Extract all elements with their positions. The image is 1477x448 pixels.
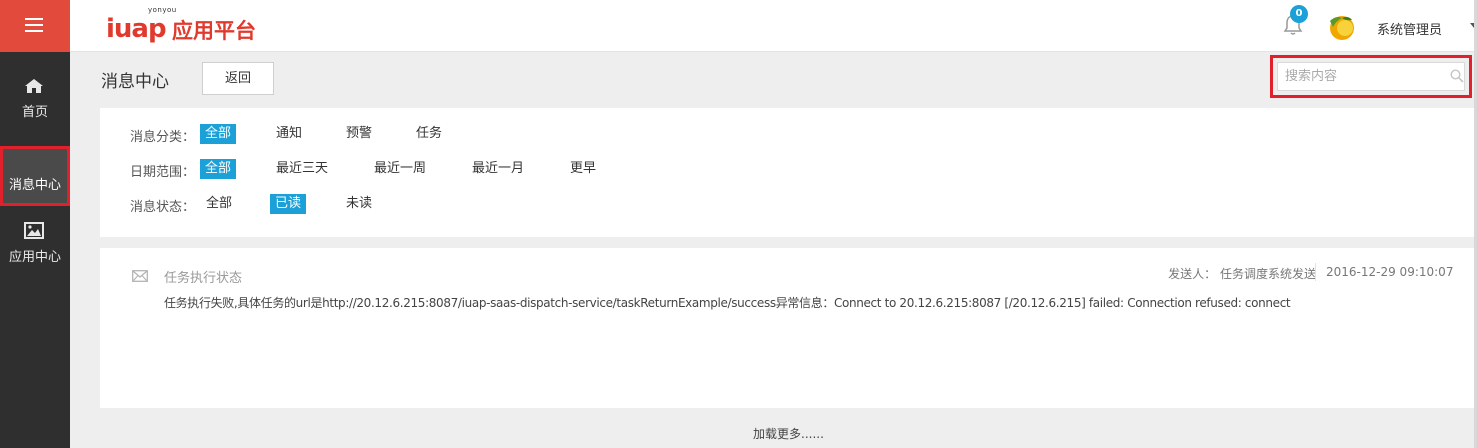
hamburger-icon — [25, 18, 43, 20]
logo-small-text: yonyou — [148, 6, 177, 14]
filter-category-all[interactable]: 全部 — [200, 124, 237, 144]
message-list: 任务执行状态 发送人： 任务调度系统发送 2016-12-29 09:10:07… — [100, 248, 1474, 408]
filter-status-all[interactable]: 全部 — [201, 194, 237, 214]
sidebar-item-label: 应用中心 — [8, 250, 61, 265]
filter-date-month[interactable]: 最近一月 — [467, 159, 529, 179]
filter-panel: 消息分类： 全部 通知 预警 任务 日期范围： 全部 最近三天 最近一周 最近一… — [100, 108, 1474, 237]
page-title: 消息中心 — [101, 72, 169, 92]
sidebar-item-home[interactable]: 首页 — [0, 66, 70, 134]
sidebar-item-label: 首页 — [21, 105, 48, 120]
notification-badge: 0 — [1290, 5, 1308, 23]
filter-label: 日期范围： — [130, 165, 196, 180]
image-icon — [24, 222, 44, 239]
message-sender: 发送人： 任务调度系统发送 — [1168, 267, 1316, 281]
filter-category-notice[interactable]: 通知 — [271, 124, 307, 144]
load-more-label[interactable]: 加载更多...... — [753, 427, 824, 441]
search-icon[interactable] — [1450, 69, 1464, 83]
filter-date-all[interactable]: 全部 — [200, 159, 237, 179]
message-title[interactable]: 任务执行状态 — [164, 267, 242, 286]
search-input[interactable] — [1277, 62, 1465, 91]
filter-status-unread[interactable]: 未读 — [341, 194, 377, 214]
filter-label: 消息分类： — [130, 130, 196, 145]
back-button[interactable]: 返回 — [202, 62, 274, 95]
menu-toggle-button[interactable] — [0, 0, 70, 52]
message-body: 任务执行失败,具体任务的url是http://20.12.6.215:8087/… — [164, 296, 1291, 310]
filter-category-alert[interactable]: 预警 — [341, 124, 377, 144]
search-highlight-box — [1270, 55, 1472, 98]
message-time: 2016-12-29 09:10:07 — [1326, 265, 1454, 279]
sidebar-item-label: 消息中心 — [8, 178, 61, 193]
home-icon — [25, 79, 43, 93]
filter-status-read[interactable]: 已读 — [270, 194, 307, 214]
hamburger-icon-bar — [25, 24, 43, 26]
filter-date-3days[interactable]: 最近三天 — [271, 159, 333, 179]
top-header: yonyou iuap 应用平台 0 系统管理员 — [70, 0, 1477, 52]
sidebar: 首页 消息中心 应用中心 — [0, 0, 70, 448]
filter-date-earlier[interactable]: 更早 — [565, 159, 601, 179]
avatar[interactable] — [1327, 13, 1357, 41]
load-more-link[interactable]: 加载更多...... — [0, 425, 1477, 442]
mail-icon — [132, 270, 148, 282]
divider — [1315, 263, 1316, 281]
logo-brand: iuap — [106, 14, 167, 44]
sidebar-item-message-center[interactable]: 消息中心 — [0, 146, 70, 214]
sidebar-item-app-center[interactable]: 应用中心 — [0, 218, 70, 286]
hamburger-icon-bar — [25, 30, 43, 32]
logo-title: 应用平台 — [172, 19, 256, 43]
filter-label: 消息状态： — [130, 200, 196, 215]
username[interactable]: 系统管理员 — [1377, 19, 1442, 38]
filter-category-task[interactable]: 任务 — [411, 124, 447, 144]
filter-date-week[interactable]: 最近一周 — [369, 159, 431, 179]
